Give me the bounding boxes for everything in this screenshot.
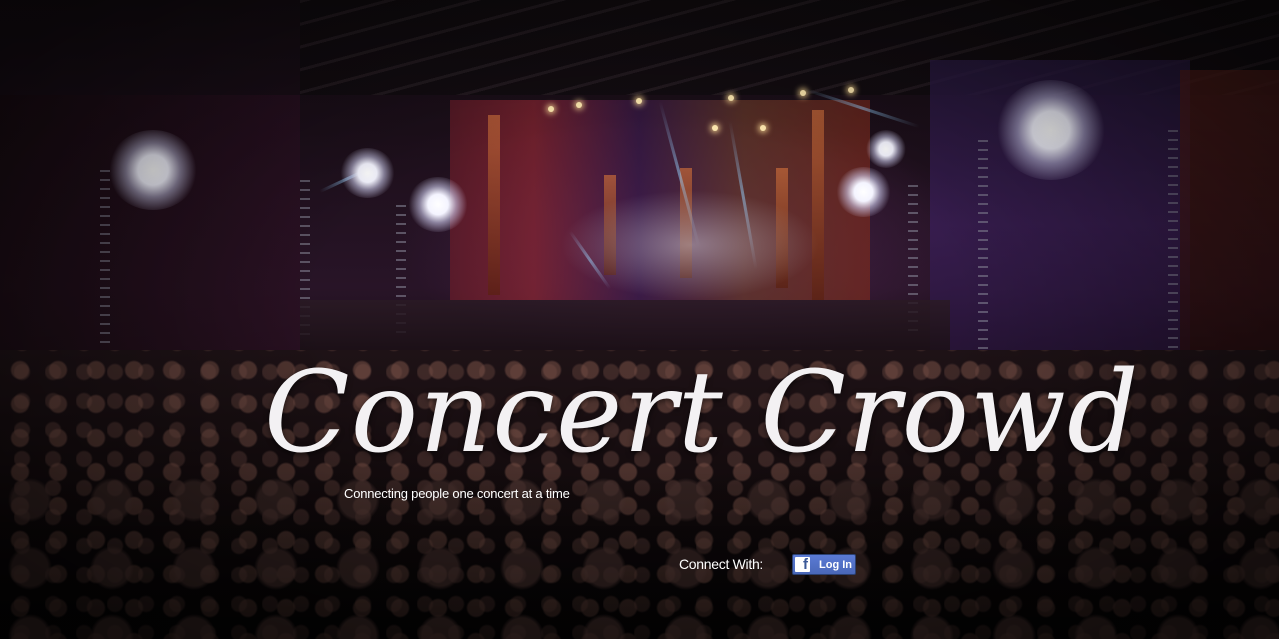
site-title: Concert Crowd bbox=[264, 348, 1140, 478]
login-button-label: Log In bbox=[819, 558, 852, 571]
facebook-icon-glyph: f bbox=[803, 557, 808, 572]
site-tagline: Connecting people one concert at a time bbox=[344, 486, 570, 501]
connect-with-label: Connect With: bbox=[679, 556, 764, 572]
facebook-login-button[interactable]: f Log In bbox=[792, 554, 856, 575]
facebook-icon: f bbox=[795, 557, 810, 572]
hero-background bbox=[0, 0, 1279, 639]
dark-overlay bbox=[0, 0, 1279, 639]
